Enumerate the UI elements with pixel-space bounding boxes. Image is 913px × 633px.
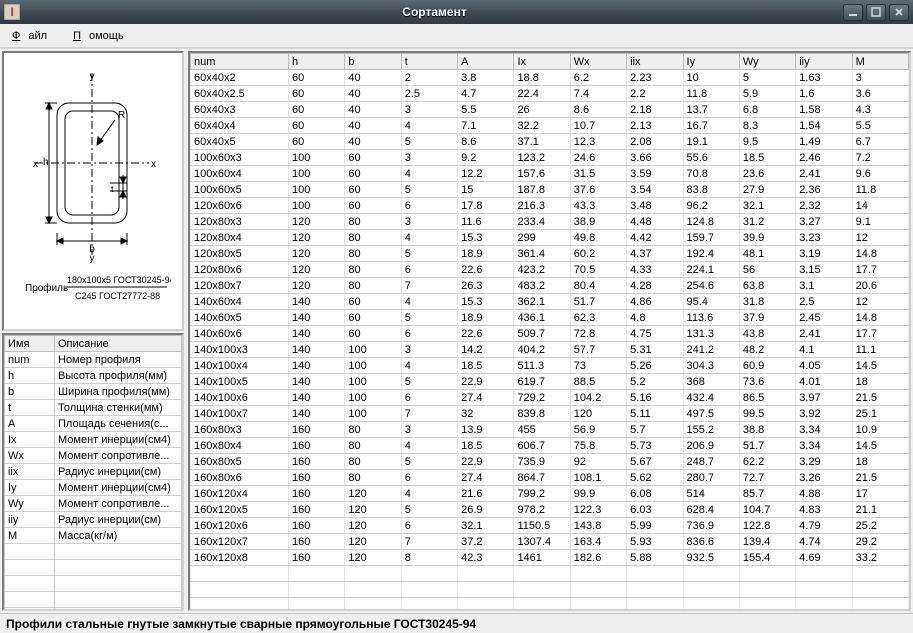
profiles-table-container[interactable]: numhbtAIxWxiixIyWyiiyM 60x40x2604023.818…	[188, 51, 911, 611]
statusbar: Профили стальные гнутые замкнутые сварны…	[0, 613, 913, 633]
desc-row-empty	[5, 560, 182, 576]
window: I Сортамент Файл Помощь	[0, 0, 913, 633]
prof-col-num[interactable]: num	[191, 54, 289, 70]
desc-row[interactable]: WyМомент сопротивле...	[5, 496, 182, 512]
table-row[interactable]: 160x120x4160120421.6799.299.96.0851485.7…	[191, 486, 909, 502]
prof-col-b[interactable]: b	[345, 54, 401, 70]
table-row[interactable]: 140x100x6140100627.4729.2104.25.16432.48…	[191, 390, 909, 406]
table-row[interactable]: 100x60x510060515187.837.63.5483.827.92.3…	[191, 182, 909, 198]
desc-row[interactable]: iixРадиус инерции(см)	[5, 464, 182, 480]
table-row[interactable]: 140x60x514060518.9436.162.34.8113.637.92…	[191, 310, 909, 326]
desc-row[interactable]: IyМомент инерции(см4)	[5, 480, 182, 496]
table-row[interactable]: 60x40x2.560402.54.722.47.42.211.85.91.63…	[191, 86, 909, 102]
prof-col-iix[interactable]: iix	[627, 54, 683, 70]
desc-row-empty	[5, 592, 182, 608]
maximize-button[interactable]	[866, 4, 886, 21]
desc-row[interactable]: bШирина профиля(мм)	[5, 384, 182, 400]
desc-row[interactable]: AПлощадь сечения(с...	[5, 416, 182, 432]
menu-file[interactable]: Файл	[4, 27, 63, 45]
table-row[interactable]: 160x80x616080627.4864.7108.15.62280.772.…	[191, 470, 909, 486]
desc-row[interactable]: tТолщина стенки(мм)	[5, 400, 182, 416]
table-row[interactable]: 140x100x3140100314.2404.257.75.31241.248…	[191, 342, 909, 358]
desc-col-Имя[interactable]: Имя	[5, 336, 55, 352]
table-row[interactable]: 160x120x7160120737.21307.4163.45.93836.6…	[191, 534, 909, 550]
prof-col-A[interactable]: A	[458, 54, 514, 70]
prof-col-Iy[interactable]: Iy	[683, 54, 739, 70]
description-table[interactable]: ИмяОписание numНомер профиляhВысота проф…	[4, 335, 182, 611]
desc-row[interactable]: IxМомент инерции(см4)	[5, 432, 182, 448]
table-row-empty	[191, 582, 909, 598]
prof-col-M[interactable]: M	[852, 54, 908, 70]
description-table-container[interactable]: ИмяОписание numНомер профиляhВысота проф…	[2, 333, 184, 611]
table-row[interactable]: 120x80x412080415.329949.84.42159.739.93.…	[191, 230, 909, 246]
window-title: Сортамент	[26, 5, 843, 19]
app-icon: I	[4, 4, 20, 20]
table-row-empty	[191, 566, 909, 582]
minimize-button[interactable]	[843, 4, 863, 21]
svg-text:180x100x5 ГОСТ30245-94: 180x100x5 ГОСТ30245-94	[67, 275, 171, 285]
desc-row[interactable]: hВысота профиля(мм)	[5, 368, 182, 384]
status-text: Профили стальные гнутые замкнутые сварны…	[6, 617, 476, 631]
table-row[interactable]: 160x120x5160120526.9978.2122.36.03628.41…	[191, 502, 909, 518]
table-row[interactable]: 140x100x7140100732839.81205.11497.599.53…	[191, 406, 909, 422]
svg-text:y: y	[90, 71, 95, 82]
prof-col-Ix[interactable]: Ix	[514, 54, 570, 70]
desc-row-empty	[5, 544, 182, 560]
table-row-empty	[191, 598, 909, 612]
prof-col-Wx[interactable]: Wx	[570, 54, 626, 70]
table-row[interactable]: 120x60x610060617.8216.343.33.4896.232.12…	[191, 198, 909, 214]
table-row[interactable]: 60x40x2604023.818.86.22.231051.633	[191, 70, 909, 86]
svg-text:x: x	[151, 159, 156, 170]
desc-row[interactable]: iiyРадиус инерции(см)	[5, 512, 182, 528]
close-button[interactable]	[889, 4, 909, 21]
prof-col-Wy[interactable]: Wy	[739, 54, 795, 70]
svg-text:t: t	[111, 184, 114, 194]
prof-col-h[interactable]: h	[289, 54, 345, 70]
table-row[interactable]: 100x60x31006039.2123.224.63.6655.618.52.…	[191, 150, 909, 166]
table-row[interactable]: 140x100x4140100418.5511.3735.26304.360.9…	[191, 358, 909, 374]
table-row[interactable]: 60x40x4604047.132.210.72.1316.78.31.545.…	[191, 118, 909, 134]
desc-row-empty	[5, 608, 182, 612]
table-row[interactable]: 140x60x614060622.6509.772.84.75131.343.8…	[191, 326, 909, 342]
table-row[interactable]: 120x80x512080518.9361.460.24.37192.448.1…	[191, 246, 909, 262]
profiles-table[interactable]: numhbtAIxWxiixIyWyiiyM 60x40x2604023.818…	[190, 53, 909, 611]
svg-text:Профиль: Профиль	[25, 282, 68, 294]
table-row[interactable]: 140x100x5140100522.9619.788.55.236873.64…	[191, 374, 909, 390]
prof-col-t[interactable]: t	[401, 54, 457, 70]
table-row[interactable]: 120x80x712080726.3483.280.44.28254.663.8…	[191, 278, 909, 294]
table-row[interactable]: 160x80x316080313.945556.95.7155.238.83.3…	[191, 422, 909, 438]
table-row[interactable]: 60x40x5604058.637.112.32.0819.19.51.496.…	[191, 134, 909, 150]
table-row[interactable]: 160x120x6160120632.11150.5143.85.99736.9…	[191, 518, 909, 534]
svg-text:R: R	[118, 110, 125, 121]
table-row[interactable]: 140x60x414060415.3362.151.74.8695.431.82…	[191, 294, 909, 310]
table-row[interactable]: 60x40x3604035.5268.62.1813.76.81.584.3	[191, 102, 909, 118]
content: y y x x h b R t Профиль 180x100x5 ГОСТ30…	[0, 48, 913, 613]
left-panel: y y x x h b R t Профиль 180x100x5 ГОСТ30…	[0, 49, 186, 613]
desc-row[interactable]: WxМомент сопротивле...	[5, 448, 182, 464]
profile-diagram: y y x x h b R t Профиль 180x100x5 ГОСТ30…	[2, 51, 184, 331]
titlebar[interactable]: I Сортамент	[0, 0, 913, 24]
menubar: Файл Помощь	[0, 24, 913, 48]
desc-row-empty	[5, 576, 182, 592]
table-row[interactable]: 100x60x410060412.2157.631.53.5970.823.62…	[191, 166, 909, 182]
prof-col-iiy[interactable]: iiy	[796, 54, 852, 70]
svg-text:С245 ГОСТ27772-88: С245 ГОСТ27772-88	[75, 291, 160, 301]
desc-row[interactable]: MМасса(кг/м)	[5, 528, 182, 544]
table-row[interactable]: 120x80x312080311.6233.438.94.48124.831.2…	[191, 214, 909, 230]
svg-text:b: b	[89, 244, 95, 255]
menu-help[interactable]: Помощь	[65, 27, 140, 45]
desc-col-Описание[interactable]: Описание	[55, 336, 182, 352]
svg-text:h: h	[43, 157, 49, 168]
table-row[interactable]: 160x80x416080418.5606.775.85.73206.951.7…	[191, 438, 909, 454]
desc-row[interactable]: numНомер профиля	[5, 352, 182, 368]
table-row[interactable]: 160x120x8160120842.31461182.65.88932.515…	[191, 550, 909, 566]
table-row[interactable]: 160x80x516080522.9735.9925.67248.762.23.…	[191, 454, 909, 470]
table-row[interactable]: 120x80x612080622.6423.270.54.33224.1563.…	[191, 262, 909, 278]
svg-text:x: x	[33, 159, 38, 170]
